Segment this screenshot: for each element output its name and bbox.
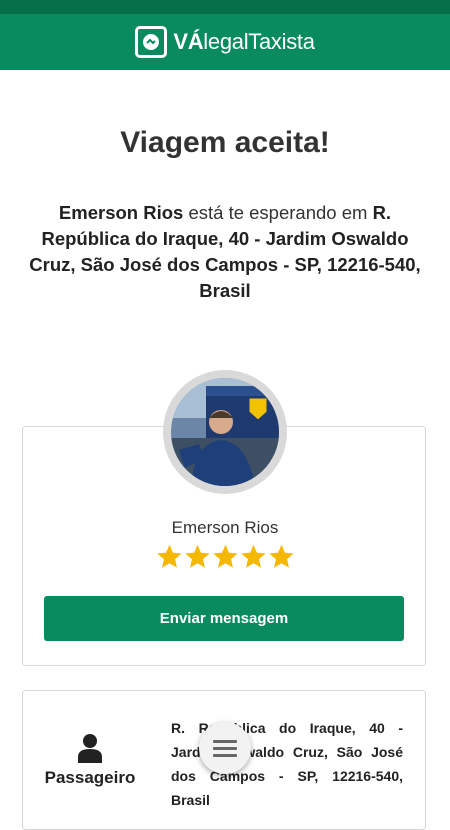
person-icon <box>78 734 102 763</box>
waiting-message: Emerson Rios está te esperando em R. Rep… <box>26 200 424 304</box>
logo-rest: legalTaxista <box>203 29 315 54</box>
thumbs-up-logo-icon <box>135 26 168 58</box>
app-header: VÁlegalTaxista <box>0 14 450 70</box>
message-driver-name: Emerson Rios <box>58 202 184 223</box>
driver-avatar <box>163 370 287 494</box>
driver-name: Emerson Rios <box>171 518 279 537</box>
send-message-button[interactable]: Enviar mensagem <box>44 596 404 641</box>
page-title: Viagem aceita! <box>120 126 330 159</box>
app-logo: VÁlegalTaxista <box>135 26 315 58</box>
star-icon <box>212 544 238 568</box>
star-icon <box>268 544 294 568</box>
message-waiting-text: está te esperando em <box>183 202 373 223</box>
hamburger-menu-icon <box>213 739 237 757</box>
menu-fab-button[interactable] <box>199 722 251 774</box>
logo-brand: VÁ <box>173 29 204 54</box>
driver-photo <box>171 378 279 486</box>
star-icon <box>184 544 210 568</box>
passenger-label: Passageiro <box>44 768 136 787</box>
app-logo-text: VÁlegalTaxista <box>173 29 315 55</box>
driver-rating-stars <box>0 543 450 570</box>
status-bar <box>0 0 450 14</box>
star-icon <box>156 544 182 568</box>
star-icon <box>240 544 266 568</box>
